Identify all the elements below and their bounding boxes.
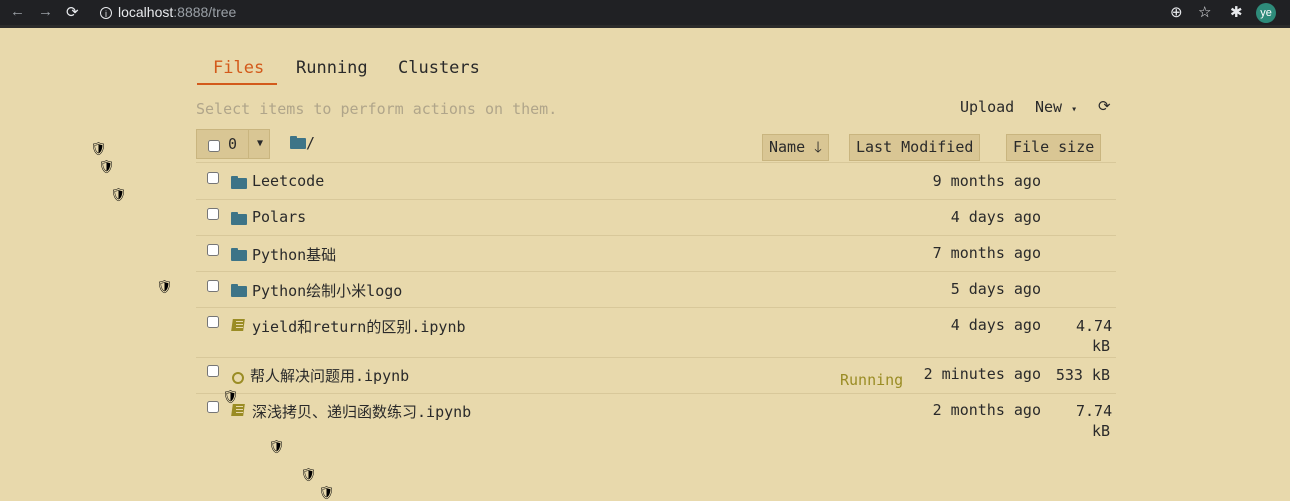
row-checkbox[interactable] [207, 316, 219, 328]
item-name-link[interactable]: Python基础 [252, 244, 336, 265]
select-all-group: 0 ▼ [196, 129, 270, 159]
running-notebook-icon [232, 369, 244, 388]
cursor-trail-icon: 🛡 [110, 188, 127, 203]
item-name-link[interactable]: 帮人解决问题用.ipynb [250, 365, 409, 386]
item-size: 4.74 kB [1076, 317, 1113, 355]
url-path: :8888/tree [173, 4, 237, 20]
extensions-puzzle-icon[interactable]: ✱ [1230, 3, 1243, 21]
item-modified: 7 months ago [932, 244, 1041, 262]
item-modified: 4 days ago [950, 208, 1041, 226]
selection-hint: Select items to perform actions on them. [196, 100, 558, 118]
name-column-label: Name [769, 138, 806, 156]
caret-down-icon: ▾ [1071, 104, 1078, 115]
item-name-link[interactable]: Leetcode [252, 172, 324, 190]
divider [196, 307, 1116, 308]
tab-files[interactable]: Files [213, 58, 264, 78]
bookmark-star-icon[interactable]: ☆ [1198, 3, 1211, 21]
sort-by-modified-button[interactable]: Last Modified [849, 134, 981, 161]
reload-icon[interactable]: ⟳ [66, 3, 79, 21]
divider [196, 271, 1116, 272]
item-name-link[interactable]: yield和return的区别.ipynb [252, 316, 466, 337]
sort-by-name-button[interactable]: Name 🡓 [762, 134, 829, 161]
browser-toolbar: ← → ⟳ i localhost:8888/tree ⊕ ☆ ✱ ye [0, 0, 1290, 28]
sort-down-arrow-icon: 🡓 [814, 138, 822, 156]
divider [196, 199, 1116, 200]
divider [196, 393, 1116, 394]
folder-icon [231, 209, 247, 228]
folder-icon [231, 281, 247, 300]
item-name-link[interactable]: Polars [252, 208, 306, 226]
divider [196, 162, 1116, 163]
cursor-trail-icon: 🛡 [268, 440, 285, 455]
breadcrumb[interactable]: / [290, 134, 315, 152]
back-arrow-icon[interactable]: ← [10, 3, 25, 20]
active-tab-indicator [197, 83, 277, 85]
cursor-trail-icon: 🛡 [222, 390, 239, 405]
selection-menu-caret-icon[interactable]: ▼ [248, 130, 271, 158]
selected-count: 0 [228, 135, 238, 153]
forward-arrow-icon[interactable]: → [38, 3, 53, 20]
sort-by-size-button[interactable]: File size [1006, 134, 1102, 161]
running-status: Running [840, 371, 904, 389]
folder-icon [231, 245, 247, 264]
row-checkbox[interactable] [207, 401, 219, 413]
item-modified: 2 minutes ago [923, 365, 1041, 383]
row-checkbox[interactable] [207, 172, 219, 184]
new-label: New [1035, 98, 1063, 116]
cursor-trail-icon: 🛡 [156, 280, 173, 295]
item-modified: 9 months ago [932, 172, 1041, 190]
zoom-icon[interactable]: ⊕ [1170, 3, 1183, 21]
site-info-icon[interactable]: i [100, 7, 112, 20]
cursor-trail-icon: 🛡 [98, 160, 115, 175]
row-checkbox[interactable] [207, 280, 219, 292]
item-size: 533 kB [1055, 366, 1110, 384]
row-checkbox[interactable] [207, 365, 219, 377]
tab-running[interactable]: Running [296, 58, 368, 78]
row-checkbox[interactable] [207, 208, 219, 220]
folder-icon [231, 173, 247, 192]
new-dropdown-button[interactable]: New ▾ [1035, 98, 1077, 116]
cursor-trail-icon: 🛡 [90, 142, 107, 157]
item-modified: 5 days ago [950, 280, 1041, 298]
divider [196, 235, 1116, 236]
address-bar[interactable]: i localhost:8888/tree [100, 4, 236, 20]
url-host: localhost [118, 4, 174, 20]
item-size: 7.74 kB [1076, 402, 1113, 440]
notebook-icon [231, 317, 245, 336]
item-name-link[interactable]: Python绘制小米logo [252, 280, 402, 301]
cursor-trail-icon: 🛡 [300, 468, 317, 483]
item-modified: 2 months ago [932, 401, 1041, 419]
profile-avatar[interactable]: ye [1256, 3, 1276, 23]
folder-icon [290, 136, 306, 149]
item-name-link[interactable]: 深浅拷贝、递归函数练习.ipynb [252, 401, 471, 422]
upload-button[interactable]: Upload [960, 98, 1014, 116]
item-modified: 4 days ago [950, 316, 1041, 334]
row-checkbox[interactable] [207, 244, 219, 256]
cursor-trail-icon: 🛡 [318, 486, 335, 501]
breadcrumb-root: / [306, 134, 316, 152]
divider [196, 357, 1116, 358]
refresh-icon[interactable]: ⟳ [1098, 97, 1111, 115]
select-all-checkbox[interactable] [208, 140, 220, 152]
tab-clusters[interactable]: Clusters [398, 58, 480, 78]
